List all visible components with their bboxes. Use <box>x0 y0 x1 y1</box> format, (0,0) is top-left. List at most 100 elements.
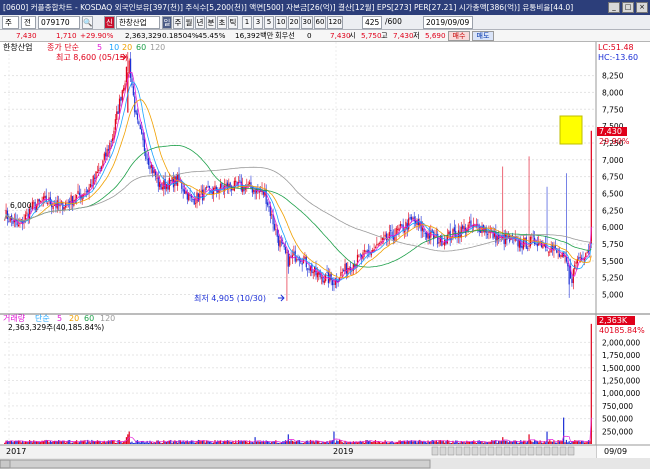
volume-bar <box>163 440 165 444</box>
search-mode-select[interactable]: 전 <box>21 16 36 29</box>
volume-bar <box>456 440 458 444</box>
volume-bar <box>517 442 519 444</box>
chart-nav-button[interactable] <box>447 446 455 456</box>
volume-bar <box>153 442 155 444</box>
interval-5-button[interactable]: 5 <box>264 16 274 29</box>
volume-bar <box>338 440 341 444</box>
chart-nav-button[interactable] <box>567 446 575 456</box>
candle <box>561 252 563 258</box>
volume-tick-label: 500,000 <box>602 415 633 424</box>
volume-bar <box>56 441 58 444</box>
chart-nav-button[interactable] <box>527 446 535 456</box>
volume-bar <box>233 442 235 444</box>
chart-nav-button[interactable] <box>551 446 559 456</box>
volume-bar <box>193 442 195 444</box>
chart-nav-button[interactable] <box>479 446 487 456</box>
vma120-legend[interactable]: 120 <box>100 314 115 323</box>
volume-bar <box>35 441 38 444</box>
volume-bar <box>147 442 150 444</box>
market-select[interactable]: 주 <box>2 16 19 29</box>
chart-nav-button[interactable] <box>455 446 463 456</box>
stock-code-input[interactable]: 079170 <box>38 16 80 29</box>
volume-bar <box>257 441 259 444</box>
volume-bar <box>37 441 39 444</box>
interval-60-button[interactable]: 60 <box>314 16 326 29</box>
volume-bar <box>437 442 439 444</box>
volume-bar <box>341 442 343 444</box>
chart-nav-button[interactable] <box>495 446 503 456</box>
volume-bar <box>289 441 291 444</box>
chart-nav-button[interactable] <box>535 446 543 456</box>
vma60-legend[interactable]: 60 <box>84 314 94 323</box>
ma5-legend[interactable]: 5 <box>97 43 102 52</box>
period-second-button[interactable]: 초 <box>217 16 227 29</box>
chart-nav-button[interactable] <box>503 446 511 456</box>
price-tick-label: 6,500 <box>602 189 624 198</box>
volume-bar <box>551 441 554 444</box>
volume-bar <box>300 442 302 444</box>
volume-bar <box>161 442 164 444</box>
data-count-input[interactable]: 425 <box>362 16 382 29</box>
price-tick-label: 6,750 <box>602 173 624 182</box>
chart-nav-button[interactable] <box>487 446 495 456</box>
volume-bar <box>412 441 414 444</box>
interval-3-button[interactable]: 3 <box>253 16 263 29</box>
maximize-icon[interactable]: □ <box>622 2 634 13</box>
volume-bar <box>420 441 422 444</box>
amount-label: 회우선 <box>275 31 295 40</box>
price-tick-label: 7,750 <box>602 105 624 114</box>
stock-chart[interactable]: 8,2508,0007,7507,5007,2507,0006,7506,500… <box>0 42 650 469</box>
ma10-legend[interactable]: 10 <box>109 43 119 52</box>
ma120-legend[interactable]: 120 <box>150 43 165 52</box>
vma5-legend[interactable]: 5 <box>57 314 62 323</box>
high-price: 7,430 <box>393 31 414 40</box>
vma20-legend[interactable]: 20 <box>69 314 79 323</box>
chart-nav-button[interactable] <box>471 446 479 456</box>
buy-button[interactable]: 매수 <box>448 31 470 41</box>
volume-bar <box>143 442 146 444</box>
scroll-left-icon[interactable] <box>0 459 11 469</box>
chart-nav-button[interactable] <box>439 446 447 456</box>
interval-10-button[interactable]: 10 <box>275 16 287 29</box>
volume-bar <box>246 441 248 444</box>
period-week-button[interactable]: 주 <box>173 16 183 29</box>
volume-bar <box>255 441 258 444</box>
close-icon[interactable]: × <box>636 2 648 13</box>
chart-nav-button[interactable] <box>519 446 527 456</box>
period-tick-button[interactable]: 틱 <box>228 16 238 29</box>
minimize-icon[interactable]: _ <box>608 2 620 13</box>
period-day-button[interactable]: 일 <box>162 16 172 29</box>
chart-nav-button[interactable] <box>543 446 551 456</box>
volume-bar <box>416 442 418 444</box>
chart-nav-button[interactable] <box>559 446 567 456</box>
chart-nav-button[interactable] <box>511 446 519 456</box>
volume-bar <box>88 441 90 444</box>
volume-bar <box>583 442 585 444</box>
search-icon[interactable]: 🔍 <box>82 16 93 29</box>
interval-120-button[interactable]: 120 <box>327 16 343 29</box>
volume-bar <box>20 442 22 444</box>
date-input[interactable]: 2019/09/09 <box>423 16 473 29</box>
volume-bar <box>302 442 305 444</box>
interval-1-button[interactable]: 1 <box>242 16 252 29</box>
volume-bar <box>199 440 201 444</box>
interval-20-button[interactable]: 20 <box>288 16 300 29</box>
ma60-legend[interactable]: 60 <box>136 43 146 52</box>
volume-bar <box>356 442 359 444</box>
volume-left-value: 2,363,329주(40,185.84%) <box>8 323 104 332</box>
interval-30-button[interactable]: 30 <box>301 16 313 29</box>
volume-bar <box>337 441 339 444</box>
scroll-thumb[interactable] <box>9 459 431 469</box>
period-year-button[interactable]: 년 <box>195 16 205 29</box>
sell-button[interactable]: 매도 <box>472 31 494 41</box>
period-month-button[interactable]: 월 <box>184 16 194 29</box>
chart-area[interactable]: 8,250 8,000 7,750 7,500 7,250 7,000 6,750 6,500… <box>0 42 650 469</box>
ma20-legend[interactable]: 20 <box>122 43 132 52</box>
volume-bar <box>336 440 338 444</box>
volume-bar <box>504 440 507 444</box>
volume-tick-label: 1,500,000 <box>602 364 640 373</box>
period-minute-button[interactable]: 분 <box>206 16 216 29</box>
selection-marker[interactable] <box>559 115 583 145</box>
chart-nav-button[interactable] <box>463 446 471 456</box>
chart-nav-button[interactable] <box>431 446 439 456</box>
